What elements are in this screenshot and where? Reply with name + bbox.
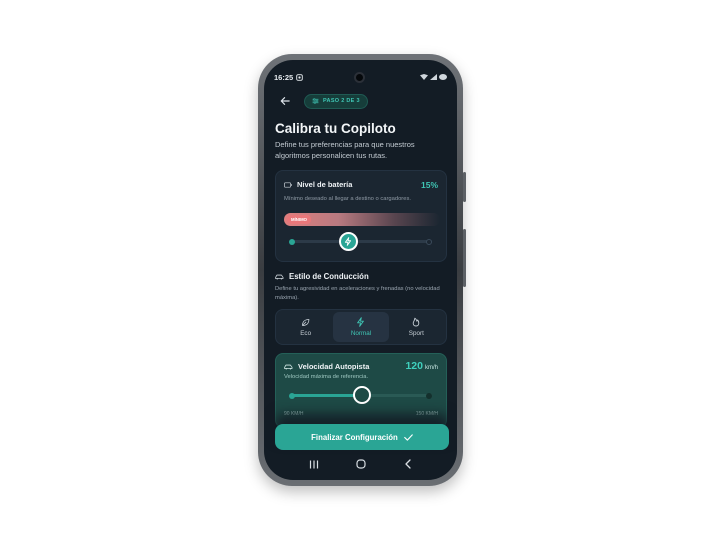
driving-option-label: Eco xyxy=(300,329,312,337)
highway-speed-slider[interactable] xyxy=(276,385,448,405)
signal-icon xyxy=(430,74,437,80)
screenshot-icon xyxy=(296,73,303,81)
speed-slider-fill xyxy=(292,394,362,397)
status-time: 16:25 xyxy=(274,72,294,82)
battery-slider-start-dot xyxy=(289,238,295,245)
wifi-icon xyxy=(420,74,428,80)
page-subtitle: Define tus preferencias para que nuestro… xyxy=(275,140,415,160)
recent-apps-icon[interactable] xyxy=(309,460,319,469)
highway-speed-value: 120 xyxy=(405,360,423,372)
battery-card: Nivel de batería 15% Mínimo deseado al l… xyxy=(275,170,447,262)
battery-slider-end-dot xyxy=(426,238,432,245)
highway-speed-readout: 120 km/h xyxy=(405,360,438,372)
bolt-icon xyxy=(344,237,352,246)
battery-description: Mínimo deseado al llegar a destino o car… xyxy=(284,196,411,202)
finish-configuration-label: Finalizar Configuración xyxy=(311,432,398,442)
speed-slider-end-dot xyxy=(426,392,432,399)
arrow-left-icon xyxy=(280,97,290,105)
check-icon xyxy=(404,433,413,441)
battery-title: Nivel de batería xyxy=(297,180,353,189)
phone-screen: 16:25 PASO 2 DE 3 Calibra tu Copiloto De… xyxy=(264,60,457,480)
battery-slider-track xyxy=(292,240,432,243)
volume-button xyxy=(463,172,466,202)
driving-option-label: Normal xyxy=(350,330,372,337)
top-navigation: PASO 2 DE 3 xyxy=(276,90,445,112)
driving-option-normal[interactable]: Normal xyxy=(333,312,389,342)
highway-speed-unit: km/h xyxy=(424,365,438,371)
highway-speed-title: Velocidad Autopista xyxy=(298,362,370,371)
highway-speed-header: Velocidad Autopista xyxy=(284,362,369,371)
status-bar: 16:25 xyxy=(274,71,447,83)
car-icon xyxy=(284,364,293,370)
back-button[interactable] xyxy=(276,92,294,110)
driving-style-header: Estilo de Conducción xyxy=(275,272,369,281)
highway-speed-description: Velocidad máxima de referencia. xyxy=(284,374,369,380)
battery-slider-thumb[interactable] xyxy=(338,232,358,251)
highway-speed-card: Velocidad Autopista 120 km/h Velocidad m… xyxy=(275,353,447,428)
battery-percent: 15% xyxy=(420,180,438,190)
page-title: Calibra tu Copiloto xyxy=(275,121,396,136)
driving-style-selector: Eco Normal Sport xyxy=(275,309,447,345)
phone-frame: 16:25 PASO 2 DE 3 Calibra tu Copiloto De… xyxy=(258,54,466,486)
step-label: PASO 2 DE 3 xyxy=(323,98,360,104)
step-indicator: PASO 2 DE 3 xyxy=(304,93,368,109)
battery-status-icon xyxy=(439,74,447,80)
home-icon[interactable] xyxy=(356,459,367,469)
speed-slider-thumb[interactable] xyxy=(353,386,371,404)
leaf-icon xyxy=(302,318,310,326)
minimum-badge: MÍNIMO xyxy=(287,215,311,224)
speed-max-label: 150 KM/H xyxy=(415,411,438,417)
nav-back-icon[interactable] xyxy=(404,459,412,469)
driving-option-label: Sport xyxy=(408,330,424,337)
driving-option-eco[interactable]: Eco xyxy=(278,312,333,342)
battery-range-bar: MÍNIMO xyxy=(284,213,440,226)
power-button xyxy=(463,229,466,287)
flame-icon xyxy=(413,317,420,327)
driving-option-sport[interactable]: Sport xyxy=(389,312,444,342)
driving-style-description: Define tu agresividad en aceleraciones y… xyxy=(275,286,440,301)
finish-configuration-button[interactable]: Finalizar Configuración xyxy=(275,424,449,450)
battery-icon xyxy=(284,181,292,188)
battery-card-header: Nivel de batería xyxy=(284,180,352,189)
system-navigation-bar xyxy=(264,454,457,474)
sliders-icon xyxy=(312,98,319,104)
battery-slider[interactable] xyxy=(276,231,448,251)
bolt-icon xyxy=(357,317,365,327)
speed-min-label: 90 KM/H xyxy=(284,411,304,417)
speed-slider-start-dot xyxy=(289,392,295,399)
car-icon xyxy=(275,274,284,280)
driving-style-title: Estilo de Conducción xyxy=(289,272,369,281)
